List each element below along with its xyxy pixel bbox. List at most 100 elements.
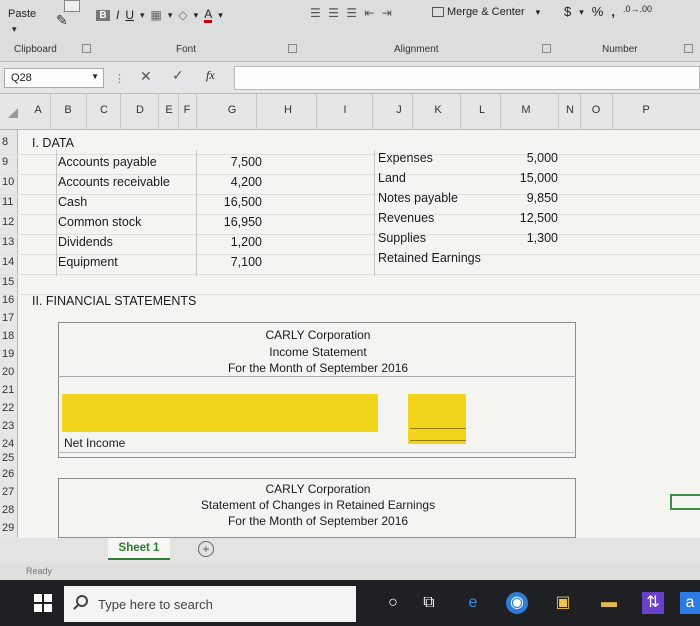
row-header[interactable]: 11 [0,196,30,208]
merge-dropdown-icon[interactable]: ▾ [536,7,541,18]
row-header[interactable]: 14 [0,256,30,268]
font-launcher-icon[interactable] [288,44,297,53]
sheet-tab[interactable]: Sheet 1 [108,538,170,560]
col-header-n[interactable]: N [562,104,578,116]
windows-start-icon[interactable] [34,594,52,612]
name-box-dropdown-icon[interactable]: ▼ [91,72,99,81]
align-center-icon[interactable]: ☰ [328,6,341,20]
fill-dropdown-icon[interactable]: ▾ [194,10,199,21]
col-header-c[interactable]: C [94,104,114,116]
store-icon[interactable]: ▣ [552,592,574,614]
paste-icon[interactable] [64,0,80,12]
font-color-dropdown-icon[interactable]: ▾ [218,10,223,21]
col-header-h[interactable]: H [278,104,298,116]
percent-button[interactable]: % [592,4,604,19]
data-label: Notes payable [378,191,458,205]
data-value: 1,300 [526,231,558,245]
sheet-tab-bar: Sheet 1 + [0,538,700,562]
bold-button[interactable]: B [96,9,110,21]
row-header[interactable]: 22 [0,402,30,414]
selected-cell-q28[interactable] [670,494,700,510]
row-header[interactable]: 29 [0,522,30,534]
row-header[interactable]: 26 [0,468,30,480]
row-header[interactable]: 18 [0,330,30,342]
cortana-icon[interactable]: ○ [382,592,404,614]
alignment-launcher-icon[interactable] [542,44,551,53]
row-header[interactable]: 10 [0,176,30,188]
row-header[interactable]: 13 [0,236,30,248]
col-header-b[interactable]: B [58,104,78,116]
col-header-f[interactable]: F [180,104,194,116]
insert-function-button[interactable]: fx [206,68,215,83]
row-header[interactable]: 17 [0,312,30,324]
data-label: Accounts receivable [58,175,170,189]
col-header-k[interactable]: K [428,104,448,116]
row-header[interactable]: 20 [0,366,30,378]
task-view-icon[interactable]: ⧉ [418,592,440,614]
row-header[interactable]: 27 [0,486,30,498]
row-header[interactable]: 9 [0,156,30,168]
paste-dropdown-icon[interactable]: ▾ [12,24,17,35]
indent-icon[interactable]: ⇤ [364,6,376,20]
align-left-icon[interactable]: ☰ [310,6,323,20]
app-icon[interactable]: ⇅ [642,592,664,614]
merge-center-label: Merge & Center [447,6,525,18]
underline-dropdown-icon[interactable]: ▾ [140,10,145,21]
amazon-icon[interactable]: a [680,592,700,614]
enter-check-icon[interactable]: ✓ [172,67,184,84]
highlighted-cell[interactable] [408,394,466,444]
cancel-icon[interactable]: ✕ [140,68,152,85]
col-divider [86,94,87,130]
borders-icon[interactable]: ▦ [151,8,162,22]
row-header[interactable]: 15 [0,276,30,288]
edge-icon[interactable]: e [462,592,484,614]
col-header-d[interactable]: D [130,104,150,116]
row-header[interactable]: 8 [0,136,30,148]
clipboard-launcher-icon[interactable] [82,44,91,53]
row-header[interactable]: 24 [0,438,30,450]
fill-color-icon[interactable]: ◇ [178,8,187,22]
outdent-icon[interactable]: ⇥ [382,6,394,20]
col-divider [500,94,501,130]
chrome-icon[interactable]: ◉ [506,592,528,614]
row-header[interactable]: 28 [0,504,30,516]
select-all-icon[interactable] [8,108,18,118]
currency-button[interactable]: $ [564,4,571,19]
col-header-l[interactable]: L [472,104,492,116]
col-header-o[interactable]: O [588,104,604,116]
col-header-e[interactable]: E [162,104,176,116]
col-header-i[interactable]: I [338,104,352,116]
number-launcher-icon[interactable] [684,44,693,53]
data-label: Retained Earnings [378,251,481,265]
row-header[interactable]: 25 [0,452,30,464]
col-header-j[interactable]: J [392,104,406,116]
taskbar-search[interactable]: Type here to search [64,586,356,622]
italic-button[interactable]: I [116,8,119,22]
highlighted-cell[interactable] [62,394,378,432]
formula-input[interactable] [234,66,700,90]
col-header-g[interactable]: G [222,104,242,116]
row-header[interactable]: 19 [0,348,30,360]
formula-bar-grip-icon[interactable]: ⋮ [114,72,125,85]
name-box[interactable]: Q28 ▼ [4,68,104,88]
paste-button[interactable]: Paste [8,8,36,20]
row-header[interactable]: 12 [0,216,30,228]
col-header-m[interactable]: M [516,104,536,116]
align-right-icon[interactable]: ☰ [346,6,359,20]
file-explorer-icon[interactable]: ▬ [598,592,620,614]
increase-decimal-icon[interactable]: .0→.00 [623,4,652,19]
borders-dropdown-icon[interactable]: ▾ [168,10,173,21]
add-sheet-icon[interactable]: + [198,541,214,557]
merge-center-button[interactable]: Merge & Center ▾ [432,6,540,18]
row-header[interactable]: 23 [0,420,30,432]
worksheet-grid[interactable]: A B C D E F G H I J K L M N O P 8 9 10 1… [0,94,700,538]
currency-dropdown-icon[interactable]: ▾ [579,7,584,19]
underline-button[interactable]: U [125,8,134,22]
format-painter-icon[interactable]: ✎ [56,12,72,28]
row-header[interactable]: 21 [0,384,30,396]
comma-button[interactable]: , [611,4,615,19]
col-header-a[interactable]: A [30,104,46,116]
font-color-icon[interactable]: A [204,8,213,23]
row-header[interactable]: 16 [0,294,30,306]
col-header-p[interactable]: P [638,104,654,116]
